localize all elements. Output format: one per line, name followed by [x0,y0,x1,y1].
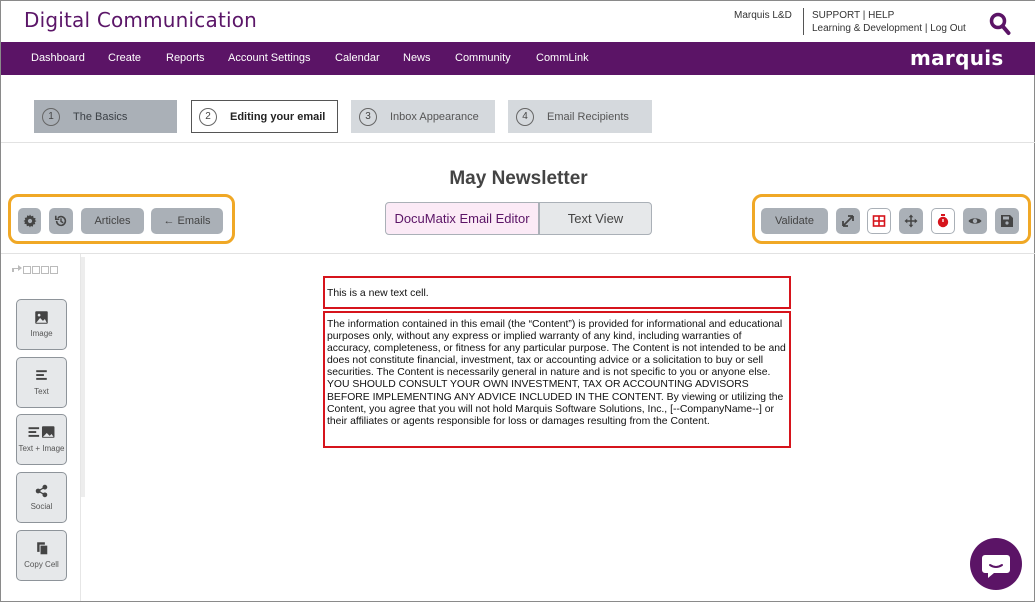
step-email-recipients[interactable]: 4 Email Recipients [508,100,652,133]
text-icon [36,370,47,380]
arrow-icon [12,265,22,272]
step-number: 4 [516,108,534,126]
search-icon[interactable] [989,12,1011,36]
save-button[interactable] [995,208,1019,234]
header-divider [803,8,804,35]
step-number: 2 [199,108,217,126]
app-window: Digital Communication Marquis L&D SUPPOR… [0,0,1035,602]
palette-social[interactable]: Social [16,472,67,523]
page-title: May Newsletter [449,168,588,189]
nav-account-settings[interactable]: Account Settings [228,52,311,64]
app-title: Digital Communication [24,8,258,32]
articles-button[interactable]: Articles [81,208,144,234]
palette-image[interactable]: Image [16,299,67,350]
nav-create[interactable]: Create [108,52,141,64]
palette-image-label: Image [30,329,53,338]
share-icon [35,484,48,498]
preview-button[interactable] [963,208,987,234]
link-separator: | [924,23,928,34]
nav-commlink[interactable]: CommLink [536,52,589,64]
validate-button[interactable]: Validate [761,208,828,234]
palette-copy-cell[interactable]: Copy Cell [16,530,67,581]
move-icon [904,214,918,228]
nav-news[interactable]: News [403,52,431,64]
support-link[interactable]: SUPPORT [812,10,860,21]
gear-icon [23,214,36,228]
nav-reports[interactable]: Reports [166,52,205,64]
text-image-icon [28,426,55,438]
text-cell-new[interactable]: This is a new text cell. [323,276,791,309]
grid-icon [872,215,886,227]
move-button[interactable] [899,208,923,234]
nav-community[interactable]: Community [455,52,511,64]
step-label: Editing your email [230,111,326,123]
chat-icon [982,555,1010,578]
palette-mini-controls[interactable] [12,264,58,274]
copy-icon [37,542,49,556]
text-view-tab[interactable]: Text View [539,202,652,235]
mini-box [23,265,31,274]
palette-text-image[interactable]: Text + Image [16,414,67,465]
history-icon [54,215,67,227]
palette-copy-cell-label: Copy Cell [24,560,59,569]
documatix-editor-tab[interactable]: DocuMatix Email Editor [385,202,539,235]
nav-calendar[interactable]: Calendar [335,52,380,64]
palette-scrollbar[interactable] [81,257,85,497]
mini-box [32,265,40,274]
section-divider [1,142,1035,143]
step-number: 1 [42,108,60,126]
timer-button[interactable] [931,208,955,234]
save-icon [1001,215,1013,227]
step-editing-your-email[interactable]: 2 Editing your email [191,100,338,133]
step-label: Email Recipients [547,111,629,123]
logout-link[interactable]: Log Out [930,23,966,34]
chat-button[interactable] [970,538,1022,590]
account-name[interactable]: Marquis L&D [734,10,792,21]
step-inbox-appearance[interactable]: 3 Inbox Appearance [351,100,495,133]
palette-text-label: Text [34,387,49,396]
expand-icon [842,215,854,227]
learning-link[interactable]: Learning & Development [812,23,922,34]
eye-icon [968,218,982,224]
step-label: The Basics [73,111,128,123]
image-icon [35,311,48,324]
mini-box [41,265,49,274]
palette-social-label: Social [30,502,53,511]
palette-text-image-label: Text + Image [18,444,65,453]
top-header: Digital Communication Marquis L&D SUPPOR… [1,1,1035,42]
header-links: SUPPORT | HELP Learning & Development | … [812,9,966,35]
expand-button[interactable] [836,208,860,234]
link-separator: | [862,10,866,21]
nav-dashboard[interactable]: Dashboard [31,52,85,64]
palette-text[interactable]: Text [16,357,67,408]
main-nav: Dashboard Create Reports Account Setting… [1,42,1035,75]
grid-button[interactable] [867,208,891,234]
history-button[interactable] [49,208,73,234]
text-cell-disclaimer[interactable]: The information contained in this email … [323,311,791,448]
step-number: 3 [359,108,377,126]
step-label: Inbox Appearance [390,111,479,123]
timer-icon [937,214,949,228]
emails-button[interactable]: ← Emails [151,208,223,234]
help-link[interactable]: HELP [868,10,894,21]
step-the-basics[interactable]: 1 The Basics [34,100,177,133]
mini-box [50,265,58,274]
settings-button[interactable] [18,208,41,234]
editor-divider [1,253,1035,254]
brand-logo: marquis [910,46,1004,70]
